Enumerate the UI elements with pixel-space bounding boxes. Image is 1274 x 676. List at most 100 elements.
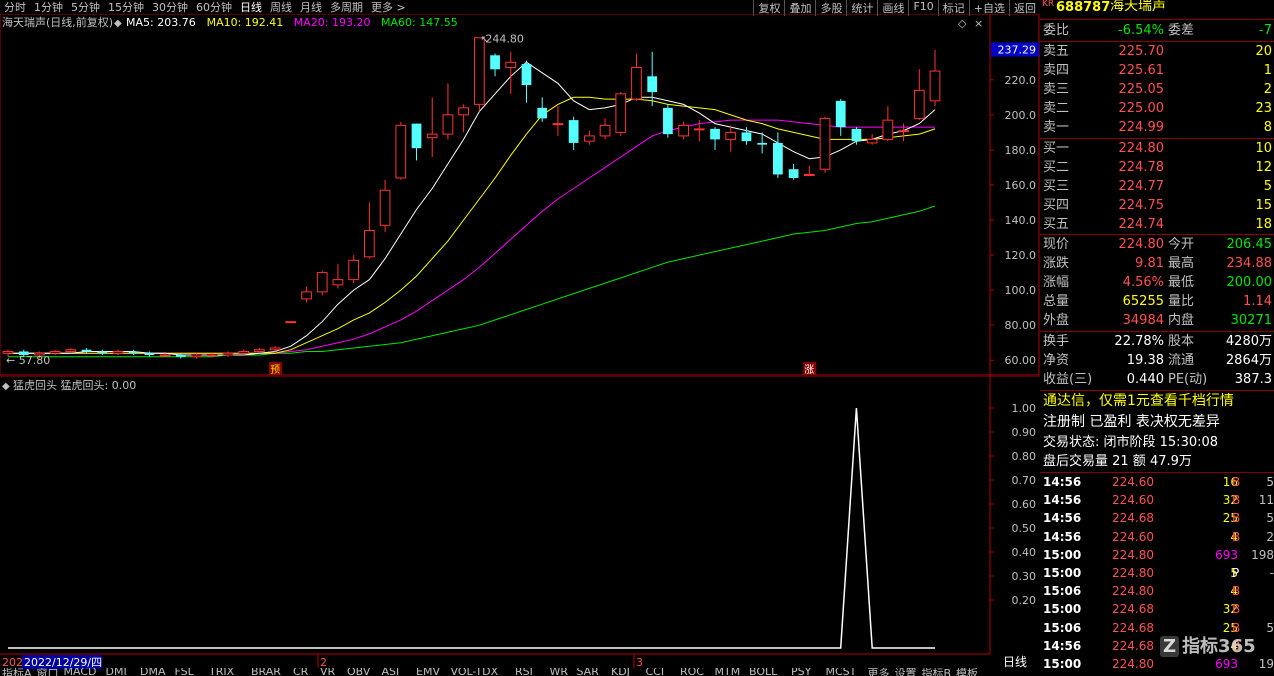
candle[interactable] xyxy=(663,104,673,138)
candle[interactable] xyxy=(97,349,108,355)
indicator-tab[interactable]: MTM xyxy=(715,668,741,676)
indicator-tab[interactable]: BOLL xyxy=(749,668,777,676)
timeframe-toolbar: 分时 1分钟 5分钟 15分钟 30分钟 60分钟 日线 周线 月线 多周期 更多 > 复权 叠加 多股统… xyxy=(0,0,1040,16)
stat-value: 4280万 xyxy=(1225,334,1272,349)
indicator-tab[interactable]: WR xyxy=(550,668,569,676)
candle[interactable] xyxy=(725,125,737,152)
timeframe-tab[interactable]: 1分钟 xyxy=(30,0,67,15)
candle-body xyxy=(97,351,108,354)
indicator-tab[interactable]: 指标A xyxy=(2,668,32,676)
timeframe-tab[interactable]: 多周期 xyxy=(326,0,367,15)
indicator-tab[interactable]: 窗口 xyxy=(37,668,59,676)
candle[interactable] xyxy=(206,353,218,357)
candle[interactable] xyxy=(175,353,186,359)
indicator-tab[interactable]: BRAR xyxy=(251,668,281,676)
timeframe-tab[interactable]: 周线 xyxy=(266,0,296,15)
candle[interactable] xyxy=(144,351,155,357)
candle[interactable] xyxy=(128,349,139,355)
indicator-tab[interactable]: CR xyxy=(293,668,308,676)
stat-row: 总量 65255 量比 1.14 xyxy=(1040,292,1274,311)
candle[interactable] xyxy=(490,53,500,77)
candle[interactable] xyxy=(866,134,878,145)
candle[interactable] xyxy=(316,270,328,296)
candle[interactable] xyxy=(332,263,344,289)
price-chart[interactable]: 海天瑞声(日线,前复权) ◆ MA5: 203.76 MA10: 192.41 MA20… xyxy=(0,14,1040,376)
candle[interactable] xyxy=(583,130,595,145)
stat-label: 涨幅 xyxy=(1043,275,1070,290)
indicator-tab[interactable]: MACD xyxy=(64,668,97,676)
candle[interactable] xyxy=(788,163,799,180)
indicator-tab[interactable]: DMI xyxy=(106,668,127,676)
indicator-tab[interactable]: MCST xyxy=(826,668,857,676)
candle[interactable] xyxy=(49,349,61,355)
indicator-tab[interactable]: PSY xyxy=(791,668,811,676)
timeframe-tab[interactable]: 分时 xyxy=(0,0,30,15)
candle[interactable] xyxy=(458,104,470,133)
candle[interactable] xyxy=(285,321,297,324)
candle[interactable] xyxy=(395,121,407,180)
promo-banner[interactable]: 通达信，仅需1元查看千档行情 xyxy=(1040,392,1274,411)
candle[interactable] xyxy=(379,179,391,233)
indicator-tab[interactable]: 设置 xyxy=(895,668,917,676)
candle[interactable] xyxy=(773,132,783,178)
ma5-line xyxy=(8,61,936,356)
timeframe-tab[interactable]: 15分钟 xyxy=(104,0,148,15)
candle[interactable] xyxy=(411,123,422,161)
candle[interactable] xyxy=(710,127,720,150)
indicator-tab[interactable]: ROC xyxy=(680,668,704,676)
indicator-tab[interactable]: VR xyxy=(320,668,335,676)
indicator-tab[interactable]: DMA xyxy=(140,668,166,676)
candle[interactable] xyxy=(599,118,611,140)
candle[interactable] xyxy=(191,353,202,359)
candle[interactable] xyxy=(521,60,532,103)
ask-volume: 8 xyxy=(1263,120,1272,135)
timeframe-tab[interactable]: 5分钟 xyxy=(67,0,104,15)
candle[interactable] xyxy=(803,165,815,177)
indicator-tab[interactable]: FSL xyxy=(175,668,194,676)
indicator-tab[interactable]: RSI xyxy=(515,668,533,676)
indicator-tab[interactable]: EMV xyxy=(416,668,440,676)
diamond-icon[interactable]: ◇ xyxy=(958,17,967,30)
candle[interactable] xyxy=(678,121,689,140)
tick-price: 224.68 xyxy=(1112,511,1154,526)
candle[interactable] xyxy=(552,106,564,136)
indicator-chart[interactable]: ◆ 猛虎回头 猛虎回头: 0.00 1.00 0.90 0.80 0.70 0.60 0.50… xyxy=(0,376,1040,676)
candle[interactable] xyxy=(913,69,925,121)
candle[interactable] xyxy=(301,286,312,303)
candle[interactable] xyxy=(568,116,579,150)
candle[interactable] xyxy=(473,37,485,112)
candle[interactable] xyxy=(835,99,846,136)
candle[interactable] xyxy=(615,92,627,136)
candle[interactable] xyxy=(364,202,375,259)
timeframe-tab[interactable]: 60分钟 xyxy=(192,0,236,15)
candle[interactable] xyxy=(81,347,92,354)
candle[interactable] xyxy=(222,351,234,357)
indicator-tab[interactable]: TRIX xyxy=(209,668,234,676)
indicator-tab[interactable]: KDJ xyxy=(611,668,630,676)
candle[interactable] xyxy=(898,123,909,142)
candle[interactable] xyxy=(112,349,124,355)
candle[interactable] xyxy=(851,127,862,145)
candle[interactable] xyxy=(631,53,642,101)
candle[interactable] xyxy=(929,50,941,107)
indicator-tab[interactable]: 指标B xyxy=(922,668,952,676)
indicator-tab[interactable]: OBV xyxy=(347,668,370,676)
indicator-tab[interactable]: 更多 xyxy=(868,668,890,676)
candle[interactable] xyxy=(442,83,454,140)
timeframe-tab[interactable]: 30分钟 xyxy=(148,0,192,15)
stat-row: 净资 19.38 流通 2864万 xyxy=(1040,351,1274,370)
indicator-tab[interactable]: 模板 xyxy=(956,668,978,676)
candle[interactable] xyxy=(537,97,548,122)
indicator-tab[interactable]: CCI xyxy=(646,668,665,676)
candle[interactable] xyxy=(819,116,831,173)
candle[interactable] xyxy=(882,106,894,142)
timeframe-tab[interactable]: 月线 xyxy=(296,0,326,15)
candle[interactable] xyxy=(426,97,438,157)
candle[interactable] xyxy=(348,255,360,284)
indicator-tab[interactable]: SAR xyxy=(577,668,599,676)
indicator-tab[interactable]: VOL-TDX xyxy=(451,668,499,676)
timeframe-tab[interactable]: 日线 xyxy=(236,0,266,15)
timeframe-tab[interactable]: 更多 > xyxy=(367,0,410,15)
close-icon[interactable]: × xyxy=(974,17,983,30)
indicator-tab[interactable]: ASI xyxy=(382,668,400,676)
